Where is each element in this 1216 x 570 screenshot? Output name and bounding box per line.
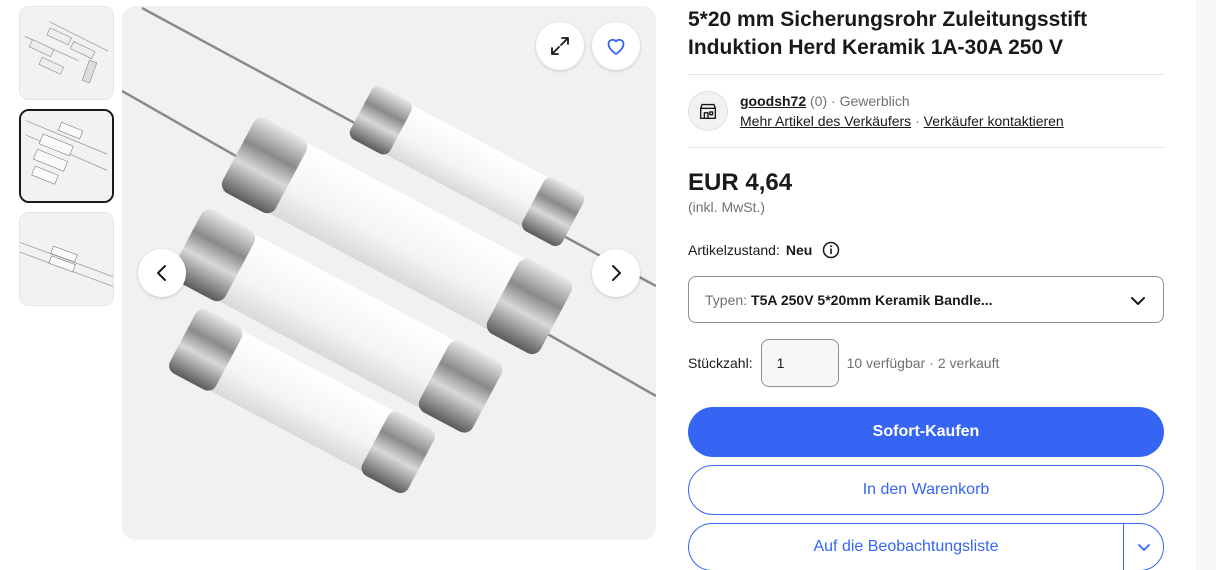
fuse-product-photo-icon <box>122 6 656 540</box>
quantity-input[interactable] <box>760 339 839 387</box>
add-to-cart-button[interactable]: In den Warenkorb <box>688 465 1164 515</box>
thumbnail-1[interactable] <box>19 6 114 100</box>
product-info-panel: 5*20 mm Sicherungsrohr Zuleitungsstift I… <box>688 6 1164 570</box>
seller-type: Gewerblich <box>839 93 910 109</box>
condition-value: Neu <box>785 242 813 258</box>
available-count: 10 verfügbar <box>846 355 926 371</box>
condition-row: Artikelzustand: Neu <box>688 240 1164 260</box>
buy-now-button[interactable]: Sofort-Kaufen <box>688 407 1164 457</box>
seller-name-link[interactable]: goodsh72 <box>740 93 806 109</box>
chevron-down-icon <box>1137 544 1150 551</box>
more-items-link[interactable]: Mehr Artikel des Verkäufers <box>740 113 911 129</box>
chevron-right-icon <box>612 265 621 281</box>
thumbnail-strip <box>19 6 114 315</box>
chevron-down-icon <box>1131 297 1145 305</box>
info-icon[interactable] <box>822 241 840 259</box>
heart-icon <box>607 38 625 55</box>
variant-select[interactable]: Typen: T5A 250V 5*20mm Keramik Bandle... <box>688 276 1164 323</box>
variant-label: Typen: <box>705 291 748 308</box>
sold-count: 2 verkauft <box>937 355 1000 371</box>
quantity-row: Stückzahl: 10 verfügbar · 2 verkauft <box>688 339 1164 387</box>
separator-dot: · <box>831 93 836 109</box>
add-to-watchlist-button[interactable]: Auf die Beobachtungsliste <box>688 523 1123 570</box>
main-product-image[interactable] <box>122 6 656 540</box>
seller-card: goodsh72 (0) · Gewerblich Mehr Artikel d… <box>688 75 1164 147</box>
fuse-photo-thumbnail-icon <box>20 7 113 99</box>
seller-rating: (0) <box>810 93 828 109</box>
vat-note: (inkl. MwSt.) <box>688 199 765 215</box>
store-icon <box>699 103 717 120</box>
separator-dot: · <box>915 113 920 129</box>
thumbnail-3[interactable] <box>19 212 114 306</box>
watchlist-dropdown-button[interactable] <box>1123 523 1164 570</box>
next-image-button[interactable] <box>592 249 640 297</box>
separator-dot: · <box>929 355 934 371</box>
thumbnail-2[interactable] <box>19 109 114 203</box>
product-title: 5*20 mm Sicherungsrohr Zuleitungsstift I… <box>688 8 1088 59</box>
expand-button[interactable] <box>536 22 584 70</box>
quantity-label: Stückzahl: <box>688 355 753 371</box>
contact-seller-link[interactable]: Verkäufer kontaktieren <box>924 113 1064 129</box>
fuse-photo-thumbnail-icon <box>20 213 113 305</box>
price: EUR 4,64 <box>688 169 793 196</box>
condition-label: Artikelzustand: <box>688 242 780 258</box>
expand-icon <box>551 37 569 55</box>
divider <box>688 147 1164 148</box>
favorite-button[interactable] <box>592 22 640 70</box>
scrollbar-track[interactable] <box>1196 0 1216 570</box>
seller-avatar[interactable] <box>688 91 728 131</box>
fuse-photo-thumbnail-icon <box>21 111 112 201</box>
variant-value: T5A 250V 5*20mm Keramik Bandle... <box>751 291 993 308</box>
chevron-left-icon <box>157 265 166 281</box>
previous-image-button[interactable] <box>138 249 186 297</box>
watchlist-row: Auf die Beobachtungsliste <box>688 523 1164 570</box>
